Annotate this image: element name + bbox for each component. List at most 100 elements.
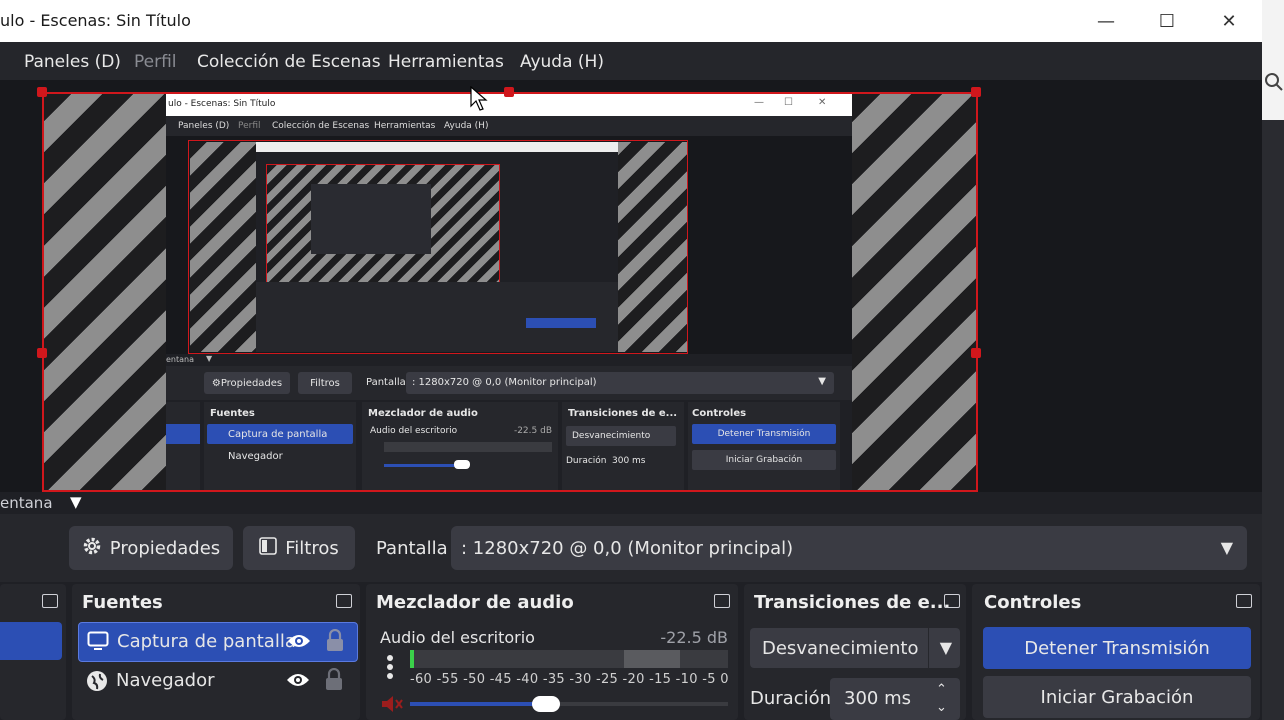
undock-icon[interactable] <box>714 594 730 608</box>
nested-transitions-title: Transiciones de e... <box>568 408 678 419</box>
resize-handle-tl[interactable] <box>37 87 47 97</box>
transition-select[interactable]: Desvanecimiento ▼ <box>750 628 960 668</box>
close-button[interactable]: ✕ <box>1198 0 1260 42</box>
stop-stream-button[interactable]: Detener Transmisión <box>983 627 1251 669</box>
maximize-button[interactable]: ☐ <box>1136 0 1198 42</box>
nested-menu-perfil: Perfil <box>238 121 261 131</box>
nested-obs-capture: ulo - Escenas: Sin Título — ☐ ✕ Paneles … <box>166 94 852 490</box>
nested-status-label: entana <box>166 355 195 364</box>
nested-mixer-db: -22.5 dB <box>513 426 552 436</box>
menu-bar: Paneles (D) Perfil Colección de Escenas … <box>0 42 1262 80</box>
nested-sources-title: Fuentes <box>210 408 255 419</box>
nested-menu-paneles: Paneles (D) <box>178 121 230 131</box>
start-recording-label: Iniciar Grabación <box>1040 686 1194 708</box>
lock-icon[interactable] <box>325 628 345 658</box>
speaker-muted-icon[interactable] <box>380 694 404 718</box>
kebab-menu-icon[interactable] <box>386 654 394 684</box>
eye-icon[interactable] <box>287 631 311 656</box>
undock-icon[interactable] <box>944 594 960 608</box>
properties-button[interactable]: Propiedades <box>69 526 233 570</box>
volume-slider[interactable] <box>410 696 728 712</box>
chevron-down-icon[interactable]: ▼ <box>70 493 82 511</box>
filter-icon <box>259 536 278 560</box>
transition-select-value: Desvanecimiento <box>762 638 919 659</box>
window-title: ulo - Escenas: Sin Título <box>0 11 191 30</box>
nested-mixer-channel: Audio del escritorio <box>370 426 458 436</box>
menu-coleccion-escenas[interactable]: Colección de Escenas <box>197 52 381 72</box>
chevron-up-icon[interactable]: ⌃ <box>936 682 947 697</box>
nested-display-value: : 1280x720 @ 0,0 (Monitor principal) <box>412 377 597 388</box>
nested-stop-stream: Detener Transmisión <box>692 424 836 444</box>
menu-ayuda[interactable]: Ayuda (H) <box>520 52 604 72</box>
audio-level-meter <box>410 650 728 668</box>
menu-paneles[interactable]: Paneles (D) <box>24 52 121 72</box>
sources-title: Fuentes <box>82 592 163 613</box>
resize-handle-t[interactable] <box>504 87 514 97</box>
nested-menu-ayuda: Ayuda (H) <box>444 121 489 131</box>
lock-icon[interactable] <box>324 667 344 697</box>
controls-title: Controles <box>984 592 1082 613</box>
duration-label: Duración <box>750 688 832 709</box>
nested-title: ulo - Escenas: Sin Título <box>168 99 276 109</box>
nested-source-1: Captura de pantalla <box>228 429 328 440</box>
menu-perfil[interactable]: Perfil <box>134 52 177 72</box>
mixer-title: Mezclador de audio <box>376 592 574 613</box>
nested-duration-value: 300 ms <box>612 456 646 466</box>
gear-icon <box>82 536 102 561</box>
chevron-down-icon[interactable]: ⌄ <box>936 700 947 715</box>
volume-slider-handle[interactable] <box>532 696 560 712</box>
duration-spinbox[interactable]: 300 ms ⌃ ⌄ <box>830 678 960 720</box>
nested-controls-title: Controles <box>692 408 747 419</box>
transitions-dock: Transiciones de e... Desvanecimiento ▼ D… <box>744 584 966 720</box>
mouse-cursor-icon <box>470 85 488 116</box>
audio-mixer-dock: Mezclador de audio Audio del escritorio … <box>366 584 738 720</box>
resize-handle-tr[interactable] <box>971 87 981 97</box>
chevron-down-icon: ▼ <box>1220 538 1233 557</box>
window-capture-label: entana <box>0 494 53 512</box>
nested-mixer-title: Mezclador de audio <box>368 408 478 419</box>
mixer-db-value: -22.5 dB <box>660 628 728 647</box>
source-label: Captura de pantalla <box>117 631 296 652</box>
filters-label: Filtros <box>285 537 339 559</box>
properties-label: Propiedades <box>109 537 221 559</box>
nested-properties: ⚙ Propiedades <box>204 372 290 394</box>
transitions-title: Transiciones de e... <box>754 592 951 613</box>
source-label: Navegador <box>116 670 215 691</box>
menu-herramientas[interactable]: Herramientas <box>388 52 504 72</box>
sources-dock: Fuentes Captura de pantalla Navegador <box>72 584 360 720</box>
undock-icon[interactable] <box>42 594 58 608</box>
nested-duration-label: Duración <box>566 456 607 466</box>
meter-tick-labels: -60 -55 -50 -45 -40 -35 -30 -25 -20 -15 … <box>410 672 729 687</box>
resize-handle-l[interactable] <box>37 348 47 358</box>
source-item-browser[interactable]: Navegador <box>78 662 356 700</box>
nested-transition: Desvanecimiento <box>572 431 651 441</box>
display-select-value: : 1280x720 @ 0,0 (Monitor principal) <box>461 538 794 559</box>
mixer-channel-name: Audio del escritorio <box>380 628 535 647</box>
duration-value: 300 ms <box>844 688 911 709</box>
eye-icon[interactable] <box>286 670 310 695</box>
start-recording-button[interactable]: Iniciar Grabación <box>983 676 1251 718</box>
display-select[interactable]: : 1280x720 @ 0,0 (Monitor principal) ▼ <box>451 526 1247 570</box>
nested-menu-coleccion: Colección de Escenas <box>272 121 370 131</box>
scene-item-selected[interactable] <box>0 622 62 660</box>
filters-button[interactable]: Filtros <box>243 526 355 570</box>
scenes-dock <box>0 584 66 720</box>
undock-icon[interactable] <box>1236 594 1252 608</box>
source-item-screen-capture[interactable]: Captura de pantalla <box>78 622 358 662</box>
globe-icon <box>86 670 108 697</box>
monitor-icon <box>87 631 109 656</box>
display-label: Pantalla <box>376 538 448 559</box>
nested-menu-herramientas: Herramientas <box>374 121 436 131</box>
stop-stream-label: Detener Transmisión <box>1024 637 1210 659</box>
nested-pantalla: Pantalla <box>366 377 406 388</box>
scene-status-row: entana ▼ <box>0 492 1262 514</box>
controls-dock: Controles Detener Transmisión Iniciar Gr… <box>972 584 1260 720</box>
minimize-button[interactable]: — <box>1075 0 1137 42</box>
nested-source-2: Navegador <box>228 451 283 462</box>
nested-start-record: Iniciar Grabación <box>692 450 836 470</box>
title-bar: ulo - Escenas: Sin Título — ☐ ✕ <box>0 0 1262 42</box>
source-toolbar: Propiedades Filtros Pantalla : 1280x720 … <box>0 514 1262 582</box>
undock-icon[interactable] <box>336 594 352 608</box>
background-window-strip <box>1262 0 1284 720</box>
resize-handle-r[interactable] <box>971 348 981 358</box>
